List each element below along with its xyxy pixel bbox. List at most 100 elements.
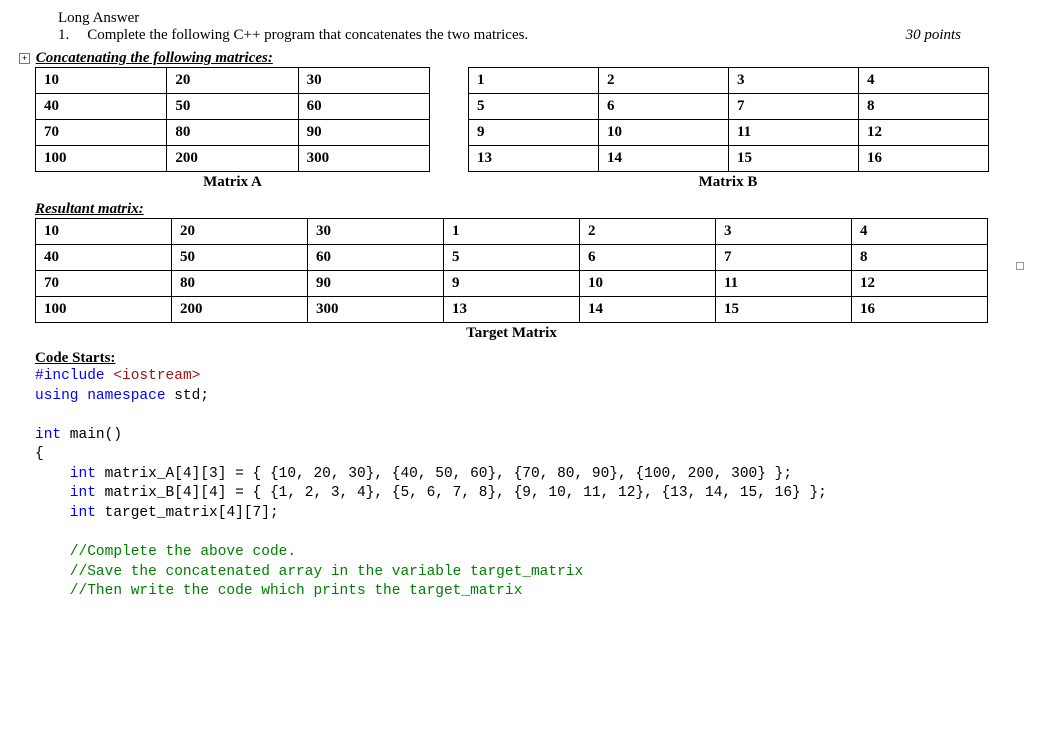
- cell: 15: [729, 146, 859, 172]
- code-comment: //Then write the code which prints the t…: [35, 583, 522, 599]
- cell: 1: [469, 68, 599, 94]
- code-text: matrix_B[4][4] = { {1, 2, 3, 4}, {5, 6, …: [96, 485, 827, 501]
- cell: 80: [172, 271, 308, 297]
- matrix-a-caption: Matrix A: [35, 174, 430, 191]
- code-keyword: int: [35, 505, 96, 521]
- table-row: 708090: [36, 120, 430, 146]
- cell: 11: [729, 120, 859, 146]
- cell: 50: [172, 245, 308, 271]
- cell: 5: [469, 94, 599, 120]
- cell: 80: [167, 120, 298, 146]
- cell: 2: [580, 219, 716, 245]
- code-keyword: using: [35, 388, 79, 404]
- target-matrix-table: 1020301234 4050605678 7080909101112 1002…: [35, 218, 988, 323]
- code-starts-heading: Code Starts:: [35, 350, 1021, 367]
- cell: 30: [298, 68, 429, 94]
- cell: 200: [167, 146, 298, 172]
- cell: 9: [469, 120, 599, 146]
- cell: 13: [469, 146, 599, 172]
- cell: 60: [308, 245, 444, 271]
- code-text: {: [35, 446, 44, 462]
- cell: 60: [298, 94, 429, 120]
- cell: 40: [36, 245, 172, 271]
- cell: 90: [298, 120, 429, 146]
- cell: 7: [729, 94, 859, 120]
- code-comment: //Save the concatenated array in the var…: [35, 564, 583, 580]
- table-row: 1020301234: [36, 219, 988, 245]
- matrix-a-table: 102030 405060 708090 100200300: [35, 67, 430, 172]
- code-comment: //Complete the above code.: [35, 544, 296, 560]
- cell: 16: [852, 297, 988, 323]
- code-text: matrix_A[4][3] = { {10, 20, 30}, {40, 50…: [96, 466, 792, 482]
- table-row: 100200300: [36, 146, 430, 172]
- cell: 10: [580, 271, 716, 297]
- table-row: 5678: [469, 94, 989, 120]
- code-keyword: namespace: [79, 388, 166, 404]
- question-number: 1.: [35, 27, 69, 44]
- cell: 3: [729, 68, 859, 94]
- code-keyword: int: [35, 485, 96, 501]
- cell: 200: [172, 297, 308, 323]
- target-matrix-caption: Target Matrix: [35, 325, 988, 342]
- cell: 14: [580, 297, 716, 323]
- cell: 9: [444, 271, 580, 297]
- matrix-b-table: 1234 5678 9101112 13141516: [468, 67, 989, 172]
- cell: 7: [716, 245, 852, 271]
- points-label: 30 points: [906, 27, 1021, 44]
- table-row: 102030: [36, 68, 430, 94]
- code-string: <iostream>: [105, 368, 201, 384]
- cell: 3: [716, 219, 852, 245]
- code-block: #include <iostream> using namespace std;…: [35, 367, 1021, 602]
- page-marker-icon: [1016, 262, 1024, 270]
- code-keyword: int: [35, 466, 96, 482]
- table-row: 405060: [36, 94, 430, 120]
- cell: 14: [599, 146, 729, 172]
- code-keyword: #include: [35, 368, 105, 384]
- code-text: main(): [61, 427, 122, 443]
- cell: 50: [167, 94, 298, 120]
- expand-icon[interactable]: +: [19, 53, 30, 64]
- cell: 6: [599, 94, 729, 120]
- cell: 100: [36, 146, 167, 172]
- cell: 10: [36, 219, 172, 245]
- table-row: 13141516: [469, 146, 989, 172]
- cell: 12: [852, 271, 988, 297]
- cell: 2: [599, 68, 729, 94]
- table-row: 1234: [469, 68, 989, 94]
- code-keyword: int: [35, 427, 61, 443]
- section-resultant-heading: Resultant matrix:: [35, 201, 1021, 218]
- cell: 4: [859, 68, 989, 94]
- cell: 11: [716, 271, 852, 297]
- table-row: 9101112: [469, 120, 989, 146]
- cell: 20: [172, 219, 308, 245]
- table-row: 4050605678: [36, 245, 988, 271]
- cell: 1: [444, 219, 580, 245]
- cell: 15: [716, 297, 852, 323]
- cell: 6: [580, 245, 716, 271]
- cell: 70: [36, 271, 172, 297]
- code-text: std;: [166, 388, 210, 404]
- cell: 10: [36, 68, 167, 94]
- long-answer-label: Long Answer: [35, 10, 1021, 27]
- cell: 300: [308, 297, 444, 323]
- cell: 4: [852, 219, 988, 245]
- matrix-b-caption: Matrix B: [468, 174, 988, 191]
- cell: 13: [444, 297, 580, 323]
- cell: 16: [859, 146, 989, 172]
- cell: 12: [859, 120, 989, 146]
- cell: 5: [444, 245, 580, 271]
- question-header: 1. Complete the following C++ program th…: [35, 27, 1021, 44]
- table-row: 7080909101112: [36, 271, 988, 297]
- cell: 10: [599, 120, 729, 146]
- question-prompt: Complete the following C++ program that …: [87, 27, 528, 44]
- cell: 300: [298, 146, 429, 172]
- cell: 30: [308, 219, 444, 245]
- cell: 90: [308, 271, 444, 297]
- cell: 8: [859, 94, 989, 120]
- cell: 40: [36, 94, 167, 120]
- cell: 70: [36, 120, 167, 146]
- cell: 8: [852, 245, 988, 271]
- cell: 100: [36, 297, 172, 323]
- section-concat-heading: Concatenating the following matrices:: [36, 50, 273, 66]
- cell: 20: [167, 68, 298, 94]
